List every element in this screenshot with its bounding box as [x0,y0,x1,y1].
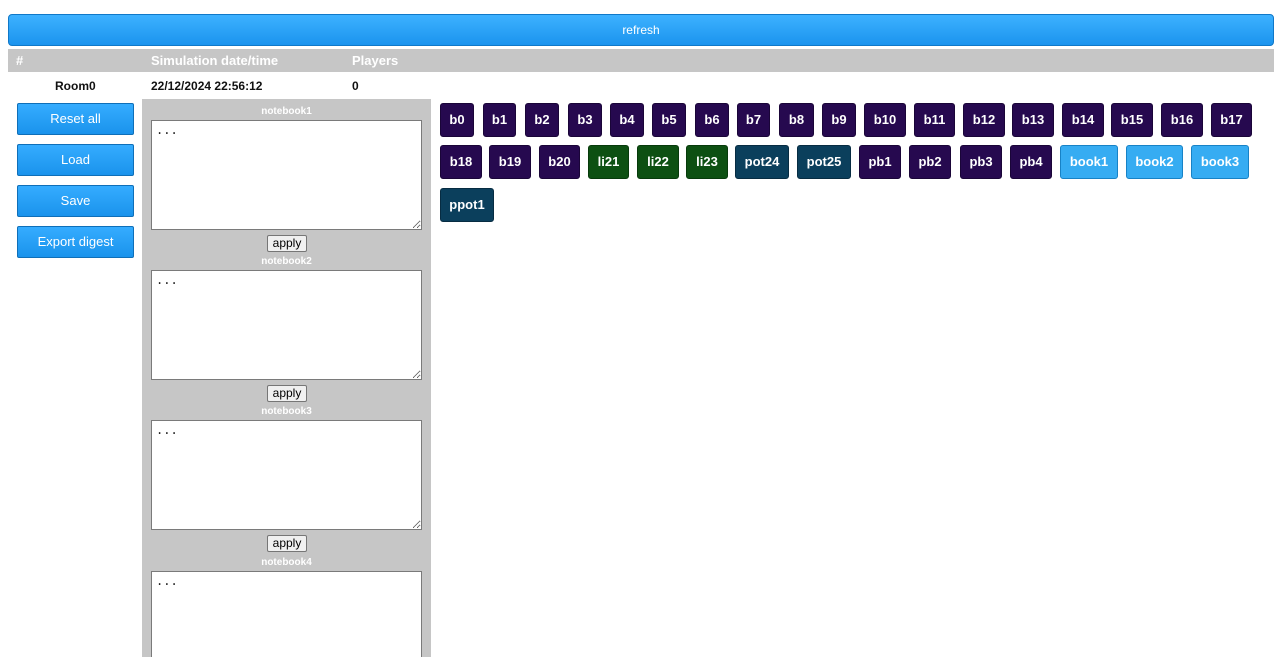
notebook3-apply-button[interactable]: apply [267,535,307,552]
notebook3-textarea[interactable]: ... [151,420,422,530]
object-button-b1[interactable]: b1 [483,103,516,137]
player-count: 0 [352,79,359,93]
object-button-pb2[interactable]: pb2 [909,145,951,179]
notebook3-title: notebook3 [261,406,312,417]
object-button-b10[interactable]: b10 [864,103,906,137]
object-button-book1[interactable]: book1 [1060,145,1118,179]
object-button-b7[interactable]: b7 [737,103,770,137]
object-button-book2[interactable]: book2 [1126,145,1183,179]
room-name: Room0 [55,79,96,93]
object-button-li22[interactable]: li22 [637,145,679,179]
object-button-b15[interactable]: b15 [1111,103,1153,137]
notebook4-title: notebook4 [261,557,312,568]
notebook2-title: notebook2 [261,256,312,267]
object-button-li23[interactable]: li23 [686,145,728,179]
header-players: Players [352,53,399,68]
object-button-li21[interactable]: li21 [588,145,629,179]
object-button-b2[interactable]: b2 [525,103,559,137]
object-button-ppot1[interactable]: ppot1 [440,188,494,222]
object-button-pot25[interactable]: pot25 [797,145,851,179]
refresh-button[interactable]: refresh [8,14,1274,46]
object-button-b17[interactable]: b17 [1211,103,1252,137]
object-button-b5[interactable]: b5 [652,103,686,137]
notebook2-textarea[interactable]: ... [151,270,422,380]
object-button-b0[interactable]: b0 [440,103,474,137]
object-button-b6[interactable]: b6 [695,103,729,137]
table-row: Room0 22/12/2024 22:56:12 0 [8,74,1274,98]
object-button-b13[interactable]: b13 [1012,103,1054,137]
object-button-pb3[interactable]: pb3 [960,145,1002,179]
notebook4-textarea[interactable]: ... [151,571,422,657]
header-index: # [16,53,24,68]
object-button-b9[interactable]: b9 [822,103,856,137]
notebook2-apply-button[interactable]: apply [267,385,307,402]
object-button-b12[interactable]: b12 [963,103,1005,137]
object-button-b20[interactable]: b20 [539,145,580,179]
object-button-b11[interactable]: b11 [914,103,955,137]
simulation-panel: refresh # Simulation date/time Players R… [8,14,1274,657]
object-button-b18[interactable]: b18 [440,145,482,179]
simulation-datetime: 22/12/2024 22:56:12 [151,79,263,93]
object-button-pb1[interactable]: pb1 [859,145,901,179]
object-button-b3[interactable]: b3 [568,103,602,137]
table-header: # Simulation date/time Players [8,49,1274,72]
notebooks-panel: notebook1 ... apply notebook2 ... apply … [142,99,431,657]
object-button-book3[interactable]: book3 [1191,145,1249,179]
save-button[interactable]: Save [17,185,134,217]
object-button-pb4[interactable]: pb4 [1010,145,1052,179]
load-button[interactable]: Load [17,144,134,176]
notebook1-apply-button[interactable]: apply [267,235,307,252]
header-simulation-datetime: Simulation date/time [151,53,279,68]
object-button-pot24[interactable]: pot24 [735,145,789,179]
export-digest-button[interactable]: Export digest [17,226,134,258]
object-button-b16[interactable]: b16 [1161,103,1203,137]
object-button-b19[interactable]: b19 [489,145,531,179]
reset-all-button[interactable]: Reset all [17,103,134,135]
notebook1-textarea[interactable]: ... [151,120,422,230]
notebook1-title: notebook1 [261,106,312,117]
object-button-b14[interactable]: b14 [1062,103,1104,137]
object-button-b4[interactable]: b4 [610,103,644,137]
actions-panel: Reset all Load Save Export digest [17,103,135,267]
object-button-b8[interactable]: b8 [779,103,814,137]
